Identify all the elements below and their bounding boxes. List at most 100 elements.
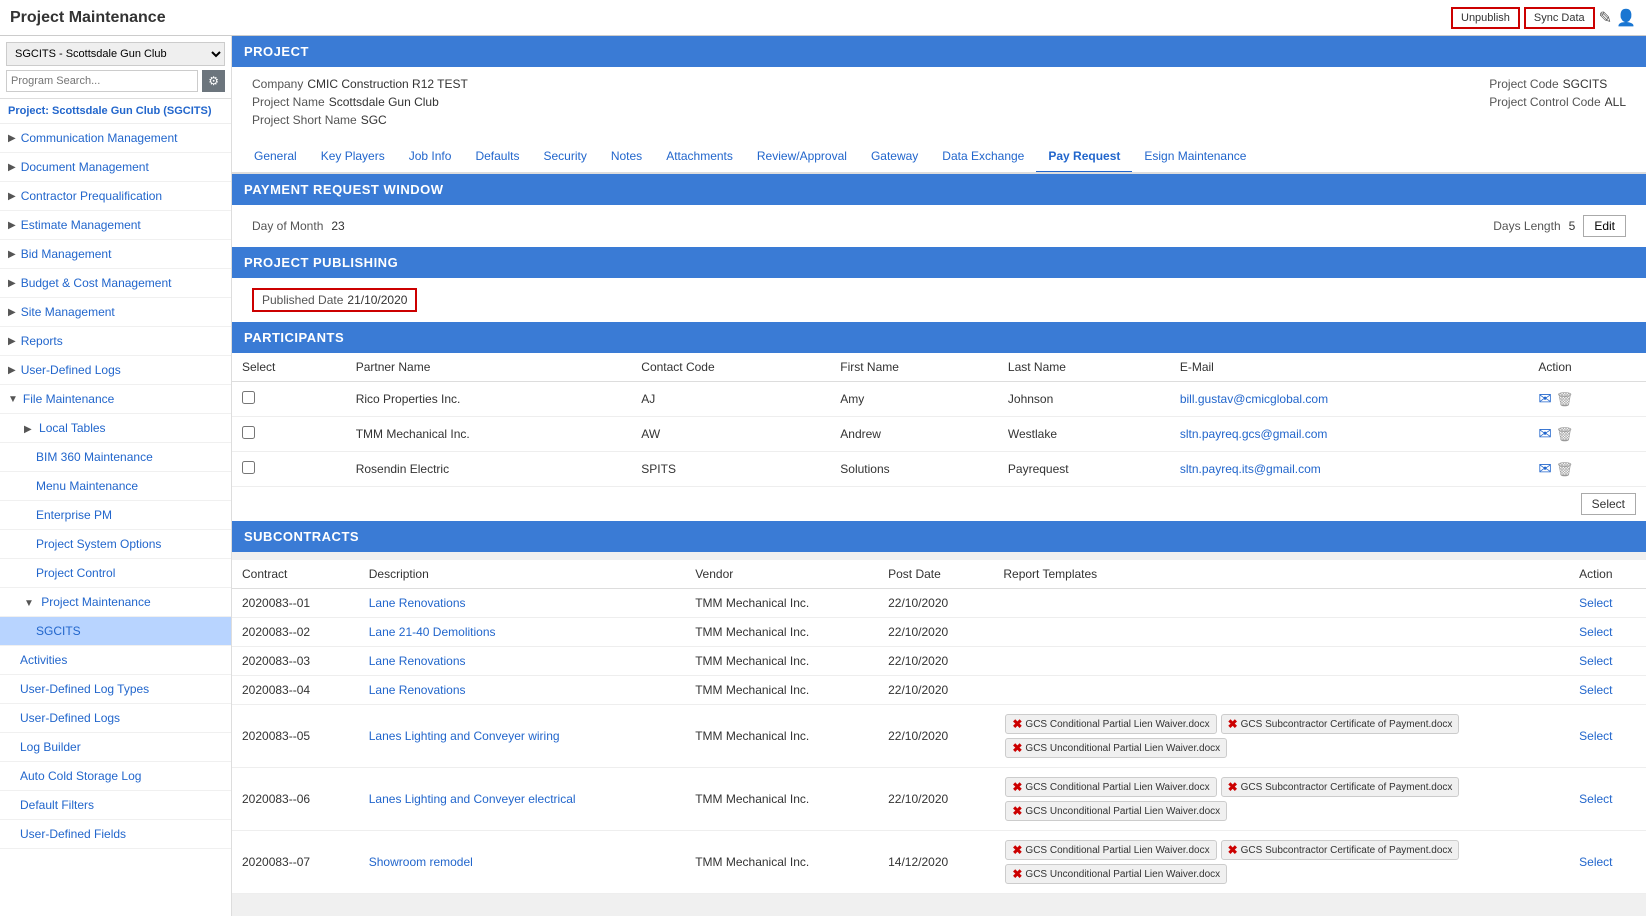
subcontract-select-button[interactable]: Select: [1579, 596, 1612, 610]
sidebar-project-link[interactable]: Project: Scottsdale Gun Club (SGCITS): [0, 99, 231, 124]
post-date-cell: 22/10/2020: [878, 676, 993, 705]
remove-tag-icon[interactable]: ✖: [1012, 843, 1022, 857]
participant-select-cell[interactable]: [232, 452, 346, 487]
sidebar-item-project-control[interactable]: Project Control: [0, 559, 231, 588]
sidebar-item-sgcits[interactable]: SGCITS: [0, 617, 231, 646]
sidebar-item-auto-cold-storage[interactable]: Auto Cold Storage Log: [0, 762, 231, 791]
delete-icon[interactable]: 🗑: [1556, 391, 1574, 408]
remove-tag-icon[interactable]: ✖: [1012, 780, 1022, 794]
sidebar-item-userlogs[interactable]: ▶ User-Defined Logs: [0, 356, 231, 385]
sidebar-item-budget[interactable]: ▶ Budget & Cost Management: [0, 269, 231, 298]
subcontract-select-button[interactable]: Select: [1579, 654, 1612, 668]
tab-general[interactable]: General: [242, 141, 309, 174]
sidebar-item-project-maintenance[interactable]: ▼ Project Maintenance: [0, 588, 231, 617]
sidebar-item-user-defined-logs[interactable]: User-Defined Logs: [0, 704, 231, 733]
edit-icon-button[interactable]: ✎: [1599, 8, 1612, 28]
sidebar-item-estimate[interactable]: ▶ Estimate Management: [0, 211, 231, 240]
tab-key-players[interactable]: Key Players: [309, 141, 397, 174]
first-name-cell: Solutions: [830, 452, 998, 487]
subcontract-select-button[interactable]: Select: [1579, 625, 1612, 639]
remove-tag-icon[interactable]: ✖: [1228, 717, 1238, 731]
subcontract-select-button[interactable]: Select: [1579, 683, 1612, 697]
description-link[interactable]: Lanes Lighting and Conveyer electrical: [369, 792, 576, 806]
tab-defaults[interactable]: Defaults: [463, 141, 531, 174]
project-control-code-value: ALL: [1605, 95, 1626, 109]
description-link[interactable]: Lane Renovations: [369, 654, 466, 668]
description-link[interactable]: Showroom remodel: [369, 855, 473, 869]
published-date-label: Published Date: [262, 293, 343, 307]
email-icon[interactable]: ✉: [1538, 424, 1551, 444]
tab-pay-request[interactable]: Pay Request: [1036, 141, 1132, 174]
description-link[interactable]: Lanes Lighting and Conveyer wiring: [369, 729, 560, 743]
contract-cell: 2020083--07: [232, 831, 359, 894]
sidebar-item-enterprise-pm[interactable]: Enterprise PM: [0, 501, 231, 530]
delete-icon[interactable]: 🗑: [1556, 461, 1574, 478]
sidebar-item-bim360[interactable]: BIM 360 Maintenance: [0, 443, 231, 472]
sidebar-item-activities[interactable]: Activities: [0, 646, 231, 675]
search-input[interactable]: [6, 70, 198, 92]
description-link[interactable]: Lane Renovations: [369, 683, 466, 697]
subcontract-select-button[interactable]: Select: [1579, 729, 1612, 743]
participant-select-cell[interactable]: [232, 417, 346, 452]
sidebar-item-user-defined-log-types[interactable]: User-Defined Log Types: [0, 675, 231, 704]
project-select[interactable]: SGCITS - Scottsdale Gun Club: [6, 42, 225, 66]
email-cell[interactable]: sltn.payreq.its@gmail.com: [1170, 452, 1529, 487]
email-link[interactable]: bill.gustav@cmicglobal.com: [1180, 392, 1328, 406]
participants-select-button[interactable]: Select: [1581, 493, 1636, 515]
tab-esign-maintenance[interactable]: Esign Maintenance: [1132, 141, 1258, 174]
participant-checkbox[interactable]: [242, 391, 255, 404]
delete-icon[interactable]: 🗑: [1556, 426, 1574, 443]
sidebar-item-filemaint[interactable]: ▼ File Maintenance: [0, 385, 231, 414]
sidebar-top: SGCITS - Scottsdale Gun Club ⚙: [0, 36, 231, 99]
remove-tag-icon[interactable]: ✖: [1228, 843, 1238, 857]
email-cell[interactable]: sltn.payreq.gcs@gmail.com: [1170, 417, 1529, 452]
sidebar-item-reports[interactable]: ▶ Reports: [0, 327, 231, 356]
arrow-icon: ▶: [8, 220, 16, 231]
subcontract-select-button[interactable]: Select: [1579, 792, 1612, 806]
unpublish-button[interactable]: Unpublish: [1451, 7, 1520, 29]
sidebar-section-label: Bid Management: [21, 247, 112, 261]
participant-checkbox[interactable]: [242, 426, 255, 439]
report-templates-cell: ✖GCS Conditional Partial Lien Waiver.doc…: [993, 705, 1569, 768]
user-icon-button[interactable]: 👤: [1616, 8, 1636, 28]
search-settings-button[interactable]: ⚙: [202, 70, 225, 92]
sidebar-item-label: Local Tables: [39, 421, 106, 435]
participant-checkbox[interactable]: [242, 461, 255, 474]
remove-tag-icon[interactable]: ✖: [1228, 780, 1238, 794]
tab-data-exchange[interactable]: Data Exchange: [930, 141, 1036, 174]
email-icon[interactable]: ✉: [1538, 459, 1551, 479]
sidebar-item-local-tables[interactable]: ▶ Local Tables: [0, 414, 231, 443]
tab-review-approval[interactable]: Review/Approval: [745, 141, 859, 174]
tab-job-info[interactable]: Job Info: [397, 141, 464, 174]
sidebar-item-user-defined-fields[interactable]: User-Defined Fields: [0, 820, 231, 849]
description-link[interactable]: Lane 21-40 Demolitions: [369, 625, 496, 639]
sidebar-item-default-filters[interactable]: Default Filters: [0, 791, 231, 820]
email-link[interactable]: sltn.payreq.its@gmail.com: [1180, 462, 1321, 476]
remove-tag-icon[interactable]: ✖: [1012, 804, 1022, 818]
tab-security[interactable]: Security: [531, 141, 598, 174]
sidebar-item-log-builder[interactable]: Log Builder: [0, 733, 231, 762]
sidebar-item-label: BIM 360 Maintenance: [36, 450, 153, 464]
remove-tag-icon[interactable]: ✖: [1012, 717, 1022, 731]
email-cell[interactable]: bill.gustav@cmicglobal.com: [1170, 382, 1529, 417]
tab-notes[interactable]: Notes: [599, 141, 654, 174]
sidebar-item-project-system-options[interactable]: Project System Options: [0, 530, 231, 559]
tab-attachments[interactable]: Attachments: [654, 141, 745, 174]
remove-tag-icon[interactable]: ✖: [1012, 741, 1022, 755]
participant-select-cell[interactable]: [232, 382, 346, 417]
sidebar-item-site[interactable]: ▶ Site Management: [0, 298, 231, 327]
subcontract-select-button[interactable]: Select: [1579, 855, 1612, 869]
tab-gateway[interactable]: Gateway: [859, 141, 930, 174]
email-link[interactable]: sltn.payreq.gcs@gmail.com: [1180, 427, 1328, 441]
email-icon[interactable]: ✉: [1538, 389, 1551, 409]
edit-button[interactable]: Edit: [1583, 215, 1626, 237]
sync-data-button[interactable]: Sync Data: [1524, 7, 1595, 29]
sidebar-item-bid[interactable]: ▶ Bid Management: [0, 240, 231, 269]
remove-tag-icon[interactable]: ✖: [1012, 867, 1022, 881]
description-link[interactable]: Lane Renovations: [369, 596, 466, 610]
sidebar-item-communication[interactable]: ▶ Communication Management: [0, 124, 231, 153]
action-cell: Select: [1569, 647, 1646, 676]
sidebar-item-document[interactable]: ▶ Document Management: [0, 153, 231, 182]
sidebar-item-menu[interactable]: Menu Maintenance: [0, 472, 231, 501]
sidebar-item-contractor[interactable]: ▶ Contractor Prequalification: [0, 182, 231, 211]
